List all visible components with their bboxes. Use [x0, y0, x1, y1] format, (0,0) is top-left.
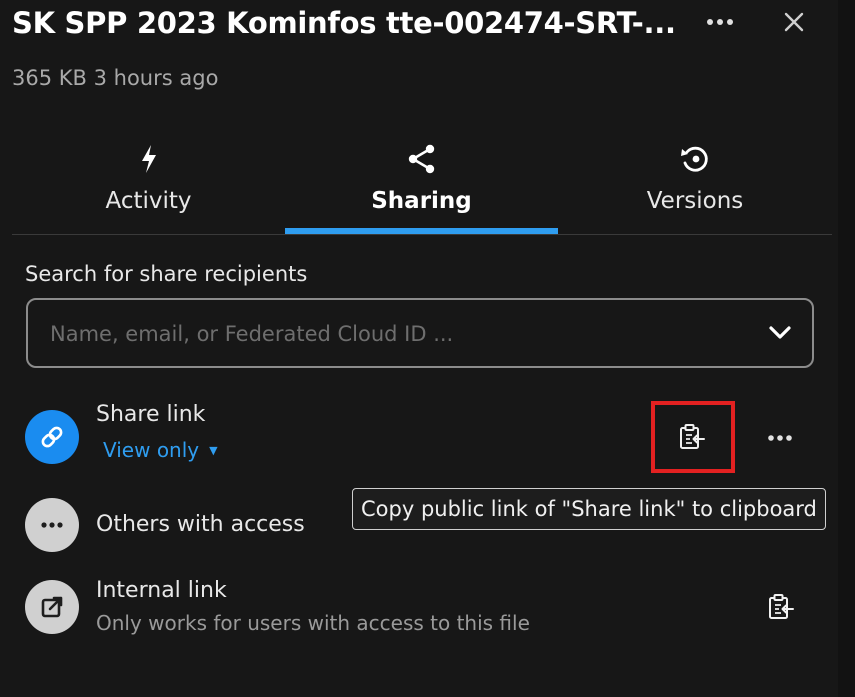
more-horizontal-icon [41, 522, 63, 528]
active-tab-indicator [285, 228, 558, 234]
more-horizontal-icon [768, 435, 792, 441]
share-link-title: Share link [96, 402, 206, 427]
lightning-icon [141, 145, 156, 173]
file-meta: 365 KB 3 hours ago [12, 66, 219, 90]
window-edge [838, 0, 855, 697]
others-with-access-toggle[interactable]: Others with access [96, 512, 305, 537]
copy-button-highlight [651, 401, 735, 473]
tab-sharing[interactable]: Sharing [285, 130, 558, 234]
chevron-down-icon [769, 326, 791, 339]
more-options-button[interactable] [704, 6, 736, 38]
tab-sharing-label: Sharing [371, 188, 472, 214]
dropdown-toggle[interactable] [766, 322, 794, 344]
tab-divider [12, 234, 832, 235]
external-link-icon [41, 596, 63, 618]
history-icon [681, 146, 708, 172]
tab-activity[interactable]: Activity [12, 130, 285, 234]
internal-link-avatar [25, 580, 79, 634]
share-icon [408, 144, 434, 174]
tab-versions[interactable]: Versions [558, 130, 832, 234]
search-label: Search for share recipients [25, 262, 308, 286]
close-button[interactable] [778, 6, 810, 38]
copy-link-tooltip: Copy public link of "Share link" to clip… [352, 488, 826, 530]
recipient-search-combobox[interactable] [26, 298, 814, 368]
tab-versions-label: Versions [646, 188, 744, 214]
caret-down-icon: ▼ [209, 444, 218, 457]
more-horizontal-icon [707, 19, 733, 25]
internal-link-subtitle: Only works for users with access to this… [96, 611, 530, 635]
search-input[interactable] [48, 300, 752, 368]
permission-dropdown[interactable]: View only ▼ [103, 438, 218, 462]
share-link-options-button[interactable] [758, 418, 802, 458]
share-link-avatar [25, 410, 79, 464]
file-title: SK SPP 2023 Kominfos tte-002474-SRT-... [12, 6, 676, 40]
tab-activity-label: Activity [105, 188, 192, 214]
copy-internal-link-button[interactable] [757, 584, 805, 630]
internal-link-title: Internal link [96, 578, 227, 603]
close-icon [784, 12, 804, 32]
clipboard-icon [769, 594, 794, 619]
others-avatar [25, 498, 79, 552]
link-icon [41, 426, 63, 448]
permission-label: View only [103, 438, 200, 462]
